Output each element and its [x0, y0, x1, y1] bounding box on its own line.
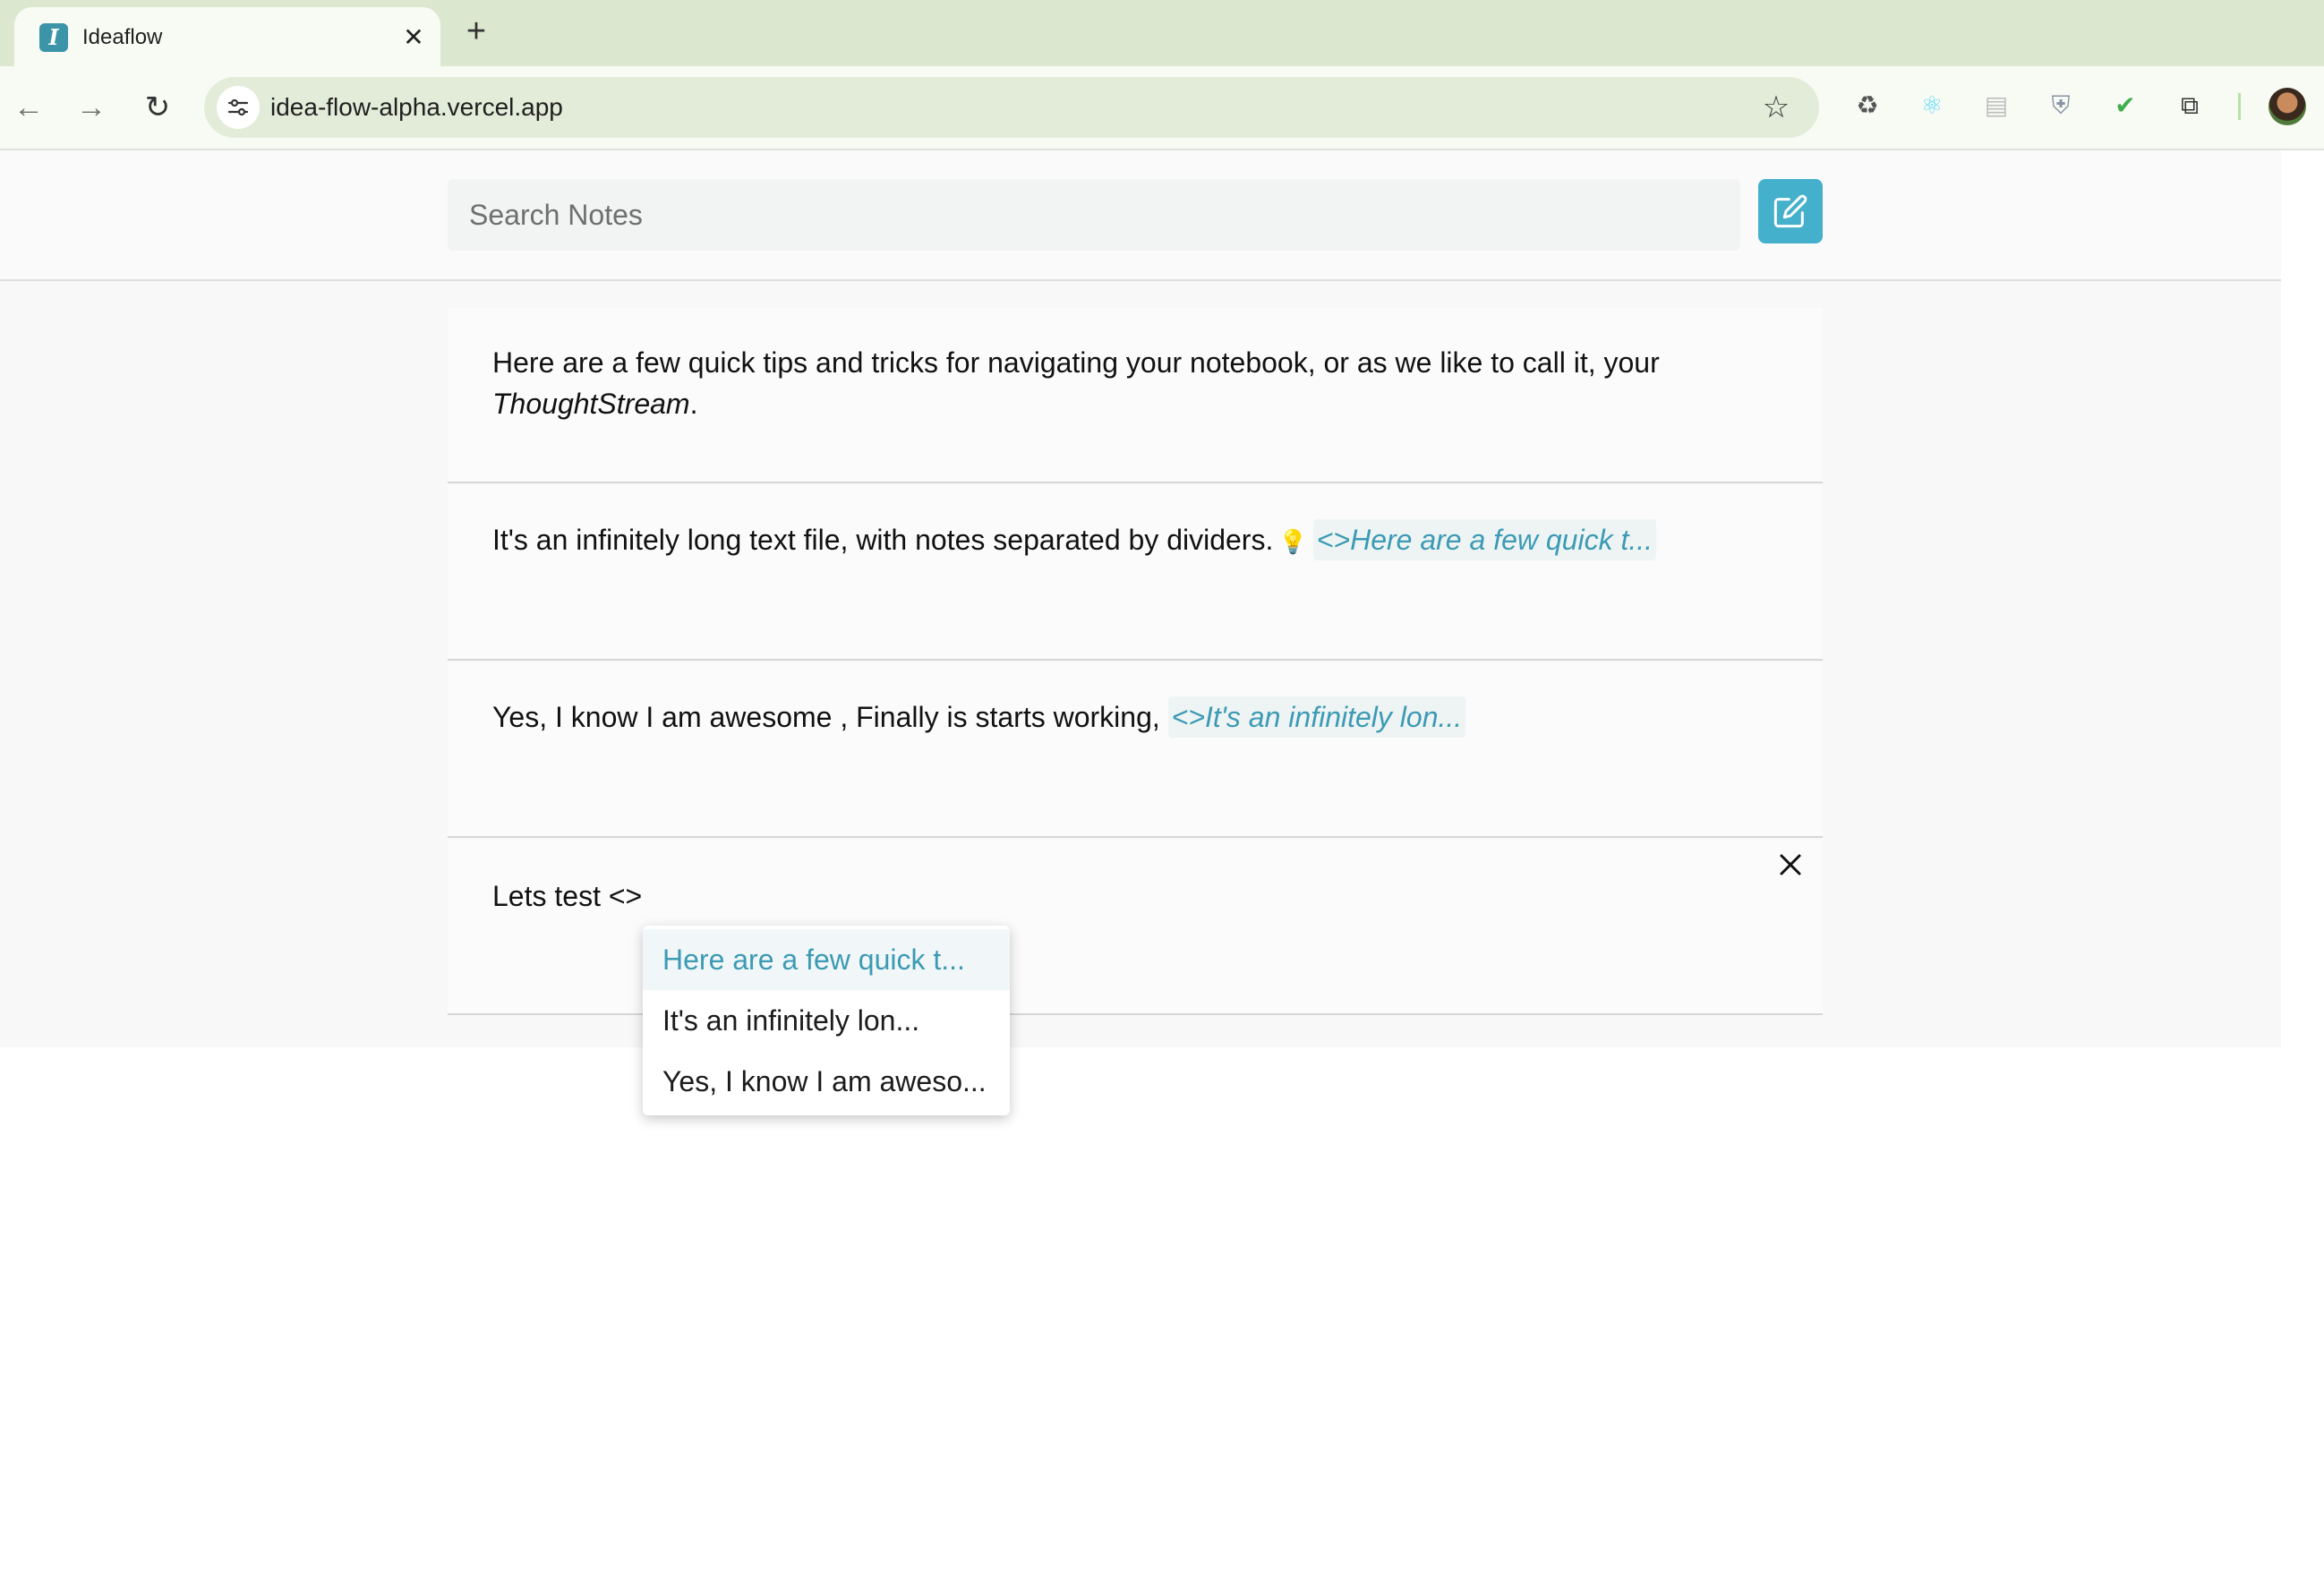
note-editor-text[interactable]: Lets test <> — [492, 875, 1778, 917]
browser-tab-ideaflow[interactable]: I Ideaflow ✕ — [14, 7, 440, 66]
site-settings-icon[interactable] — [217, 86, 260, 129]
recycle-extension-icon[interactable]: ♻ — [1848, 86, 1887, 125]
close-icon[interactable] — [1773, 847, 1808, 883]
note-reference-link[interactable]: <>Here are a few quick t... — [1312, 519, 1657, 560]
tab-title: Ideaflow — [82, 25, 163, 49]
dropdown-option[interactable]: It's an infinitely lon... — [643, 990, 1010, 1051]
note-item[interactable]: It's an infinitely long text file, with … — [448, 485, 1823, 661]
forward-arrow-icon[interactable]: → — [70, 86, 113, 129]
note-item[interactable]: Yes, I know I am awesome , Finally is st… — [448, 662, 1823, 838]
search-notes-input[interactable] — [448, 179, 1740, 251]
lightbulb-icon: 💡 — [1278, 528, 1308, 555]
new-tab-icon[interactable]: + — [457, 13, 496, 52]
note-text[interactable]: Here are a few quick tips and tricks for… — [492, 342, 1778, 424]
note-text[interactable]: It's an infinitely long text file, with … — [492, 519, 1778, 562]
url-text[interactable]: idea-flow-alpha.vercel.app — [270, 93, 563, 122]
dropdown-option[interactable]: Here are a few quick t... — [643, 929, 1010, 990]
puzzle-extensions-icon[interactable]: ⧉ — [2170, 86, 2209, 125]
app-header — [0, 150, 2281, 281]
ideaflow-favicon-icon: I — [39, 23, 68, 52]
profile-avatar[interactable] — [2268, 88, 2306, 125]
toolbar-divider — [2238, 93, 2241, 120]
new-note-button[interactable] — [1758, 179, 1823, 243]
shield-extension-icon[interactable]: ⛨ — [2041, 86, 2080, 125]
note-reference-link[interactable]: <>It's an infinitely lon... — [1167, 696, 1466, 738]
note-item[interactable]: Here are a few quick tips and tricks for… — [448, 308, 1823, 483]
address-bar[interactable]: idea-flow-alpha.vercel.app ☆ — [204, 77, 1819, 138]
reload-icon[interactable]: ↻ — [136, 86, 179, 129]
note-emphasis: ThoughtStream — [492, 388, 690, 420]
browser-toolbar: ← → ↻ idea-flow-alpha.vercel.app ☆ — [0, 66, 2324, 150]
edit-pencil-icon — [1773, 194, 1807, 228]
tab-close-icon[interactable]: ✕ — [397, 21, 430, 54]
thought-stream: Here are a few quick tips and tricks for… — [0, 281, 2281, 1047]
note-text[interactable]: Yes, I know I am awesome , Finally is st… — [492, 696, 1778, 738]
note-mention-dropdown: Here are a few quick t... It's an infini… — [643, 926, 1010, 1115]
printer-extension-icon[interactable]: ▤ — [1977, 86, 2016, 125]
react-devtools-icon[interactable]: ⚛ — [1912, 86, 1952, 125]
bookmark-star-icon[interactable]: ☆ — [1755, 86, 1798, 129]
dropdown-option[interactable]: Yes, I know I am aweso... — [643, 1051, 1010, 1112]
browser-tab-strip: I Ideaflow ✕ + — [0, 0, 2324, 66]
back-arrow-icon[interactable]: ← — [7, 86, 50, 129]
checkmark-shield-icon[interactable]: ✔ — [2106, 86, 2145, 125]
